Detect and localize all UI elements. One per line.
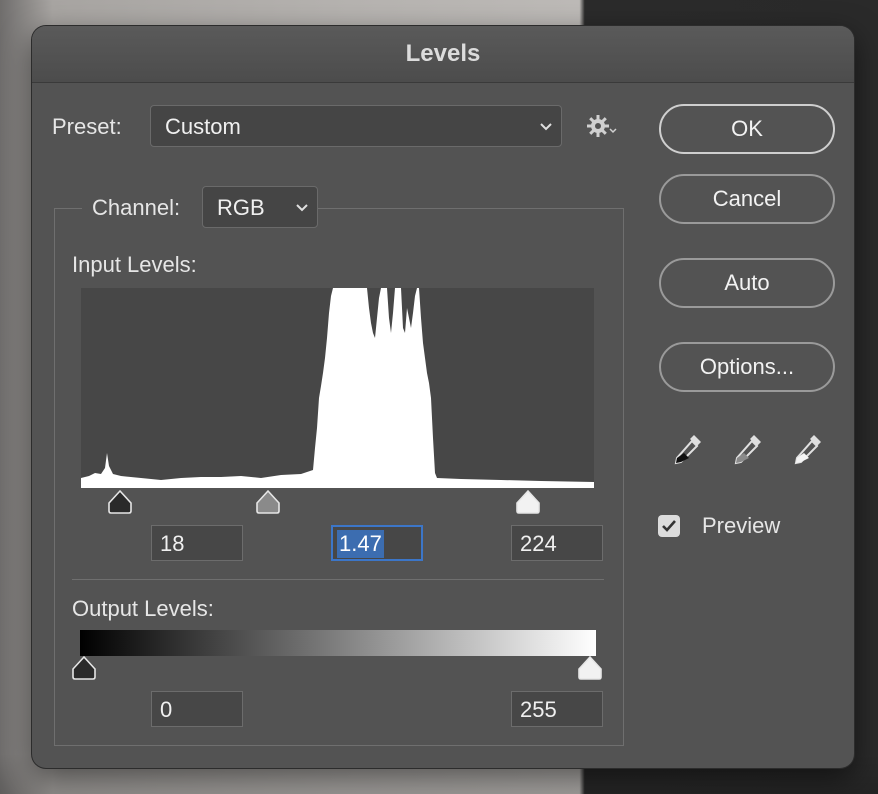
input-gamma-handle[interactable] xyxy=(255,489,281,515)
checkmark-icon xyxy=(662,520,676,532)
chevron-down-icon xyxy=(296,204,308,212)
auto-button[interactable]: Auto xyxy=(659,258,835,308)
gear-icon[interactable] xyxy=(586,114,620,140)
output-black-handle[interactable] xyxy=(71,655,97,681)
channel-label: Channel: xyxy=(92,195,181,220)
black-eyedropper-icon[interactable] xyxy=(672,432,704,468)
input-black-point-handle[interactable] xyxy=(107,489,133,515)
output-white-field[interactable]: 255 xyxy=(511,691,603,727)
input-white-point-handle[interactable] xyxy=(515,489,541,515)
gray-eyedropper-icon[interactable] xyxy=(732,432,764,468)
input-white-value: 224 xyxy=(520,531,557,556)
channel-select[interactable]: RGB xyxy=(202,186,318,228)
output-white-value: 255 xyxy=(520,697,557,722)
chevron-down-icon xyxy=(540,123,552,131)
histogram xyxy=(81,288,594,488)
output-white-handle[interactable] xyxy=(577,655,603,681)
ok-button[interactable]: OK xyxy=(659,104,835,154)
output-black-value: 0 xyxy=(160,697,173,722)
input-gamma-field[interactable]: 1.47 xyxy=(331,525,423,561)
output-gradient-bar xyxy=(80,630,596,656)
divider xyxy=(72,579,604,580)
input-black-field[interactable]: 18 xyxy=(151,525,243,561)
output-levels-label: Output Levels: xyxy=(72,596,214,621)
preset-select[interactable]: Custom xyxy=(150,105,562,147)
channel-value: RGB xyxy=(217,195,265,220)
input-white-field[interactable]: 224 xyxy=(511,525,603,561)
input-levels-label: Input Levels: xyxy=(72,252,197,277)
output-black-field[interactable]: 0 xyxy=(151,691,243,727)
preset-label: Preset: xyxy=(52,114,122,139)
title-bar: Levels xyxy=(32,26,854,83)
preview-label: Preview xyxy=(702,513,781,538)
white-eyedropper-icon[interactable] xyxy=(792,432,824,468)
options-button[interactable]: Options... xyxy=(659,342,835,392)
cancel-button[interactable]: Cancel xyxy=(659,174,835,224)
input-black-value: 18 xyxy=(160,531,185,556)
input-gamma-value: 1.47 xyxy=(337,530,384,558)
preview-checkbox[interactable] xyxy=(658,515,680,537)
levels-dialog: Levels Preset: Custom OK Cancel Auto Opt… xyxy=(32,26,854,768)
preset-value: Custom xyxy=(165,114,241,139)
dialog-title: Levels xyxy=(405,40,481,67)
